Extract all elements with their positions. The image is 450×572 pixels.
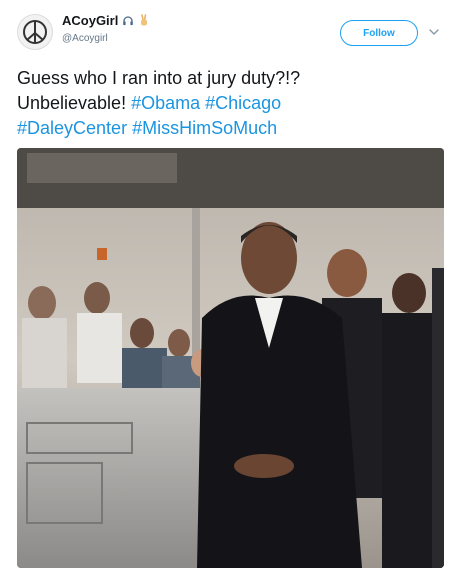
person-head: [84, 282, 110, 314]
person-body: [22, 318, 67, 398]
hashtag-link[interactable]: #Obama: [131, 93, 200, 113]
follow-button[interactable]: Follow: [340, 20, 418, 46]
hands: [234, 454, 294, 478]
hashtag-link[interactable]: #Chicago: [205, 93, 281, 113]
wall-sign: [97, 248, 107, 260]
photo-image: [17, 148, 444, 568]
person-body: [77, 313, 122, 383]
tweet-text-plain: Unbelievable!: [17, 93, 132, 113]
headphones-icon: [123, 15, 134, 25]
ceiling-light: [27, 153, 177, 183]
user-avatar[interactable]: [17, 14, 53, 50]
tweet-text-line: #DaleyCenter #MissHimSoMuch: [17, 116, 437, 141]
peace-sign-avatar-icon: [23, 20, 47, 44]
chevron-down-icon[interactable]: [427, 25, 441, 39]
hashtag-link[interactable]: #MissHimSoMuch: [132, 118, 277, 138]
hashtag-link[interactable]: #DaleyCenter: [17, 118, 127, 138]
person-head: [392, 273, 426, 313]
tweet-text: Guess who I ran into at jury duty?!? Unb…: [17, 66, 437, 141]
person-head: [28, 286, 56, 320]
suit-jacket: [197, 295, 362, 568]
tweet-photo[interactable]: [17, 148, 444, 568]
author-name-row[interactable]: ACoyGirl: [62, 13, 150, 28]
peace-hand-icon: [141, 14, 148, 26]
tweet-text-line: Guess who I ran into at jury duty?!?: [17, 68, 301, 88]
tweet-text-line: Unbelievable! #Obama #Chicago: [17, 91, 437, 116]
person-head: [130, 318, 154, 348]
author-display-name[interactable]: ACoyGirl: [62, 13, 118, 28]
person-body: [432, 268, 444, 568]
tweet-header: ACoyGirl @Acoygirl Follow: [0, 0, 450, 60]
person-head: [168, 329, 190, 357]
author-handle[interactable]: @Acoygirl: [62, 33, 108, 44]
person-head: [327, 249, 367, 297]
